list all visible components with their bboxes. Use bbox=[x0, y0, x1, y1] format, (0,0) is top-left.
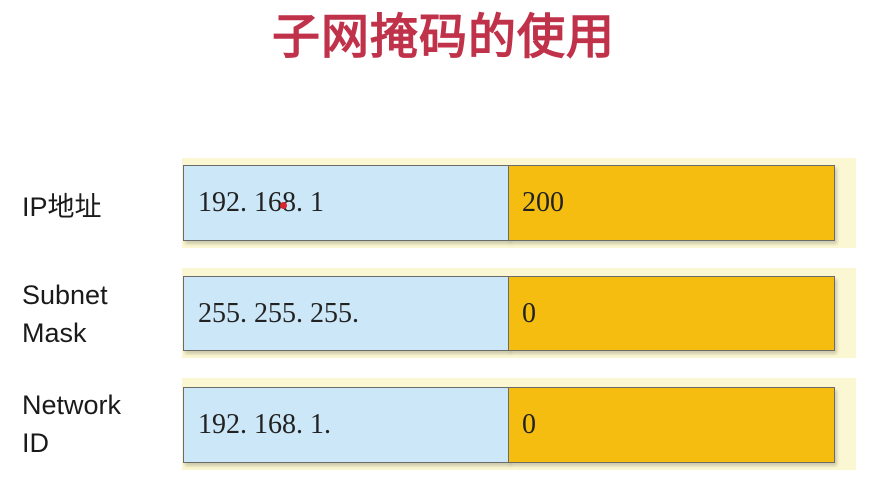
network-part-network-id: 192. 168. 1. bbox=[183, 387, 509, 463]
row-label-network-id: Network ID bbox=[22, 390, 122, 458]
network-part-ip-address: 192. 168. 1 bbox=[183, 165, 509, 241]
row-label-subnet-mask: Subnet Mask bbox=[22, 280, 108, 348]
network-part-subnet-mask: 255. 255. 255. bbox=[183, 276, 509, 351]
host-part-network-id: 0 bbox=[508, 387, 835, 463]
pointer-dot bbox=[280, 202, 287, 209]
host-part-ip-address: 200 bbox=[508, 165, 835, 241]
row-label-ip-address: IP地址 bbox=[22, 192, 102, 222]
host-part-subnet-mask: 0 bbox=[508, 276, 835, 351]
slide-title: 子网掩码的使用 bbox=[271, 9, 615, 65]
